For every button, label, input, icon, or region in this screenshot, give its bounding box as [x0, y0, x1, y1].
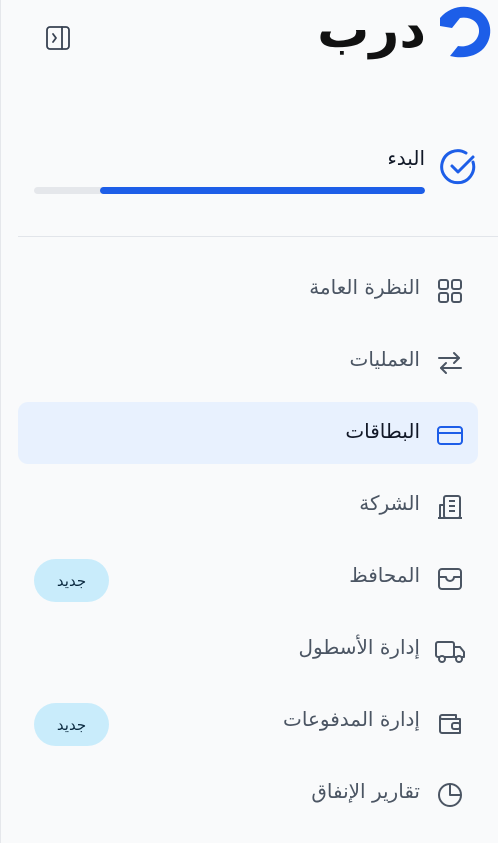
sidebar-nav: النظرة العامة العمليات البطاقات الشركة ا… — [18, 258, 478, 834]
pie-chart-icon — [438, 783, 462, 807]
new-badge: جديد — [34, 703, 109, 746]
onboarding-progress-fill — [100, 187, 425, 194]
card-icon — [437, 426, 463, 445]
onboarding-label: البدء — [387, 146, 425, 170]
logo-text: درب — [317, 0, 426, 60]
onboarding-progress[interactable]: البدء — [34, 140, 478, 200]
transfer-arrows-icon — [438, 352, 462, 374]
wallet-box-icon — [438, 568, 462, 590]
sidebar-item-label: النظرة العامة — [309, 275, 420, 299]
sidebar-item-fleet-management[interactable]: إدارة الأسطول — [18, 618, 478, 680]
sidebar-item-label: البطاقات — [345, 419, 420, 443]
sidebar-toggle-icon — [46, 26, 70, 50]
divider — [18, 236, 498, 237]
logo-mark-icon — [440, 6, 491, 58]
sidebar-item-transactions[interactable]: العمليات — [18, 330, 478, 392]
sidebar-item-label: إدارة المدفوعات — [283, 707, 420, 731]
sidebar-item-label: تقارير الإنفاق — [311, 779, 420, 803]
sidebar: درب البدء النظرة العامة العمليات البطاقا… — [0, 0, 498, 843]
sidebar-item-company[interactable]: الشركة — [18, 474, 478, 536]
wallet-icon — [439, 714, 461, 734]
collapse-sidebar-button[interactable] — [44, 24, 72, 52]
onboarding-progress-bar — [34, 187, 425, 194]
building-icon — [438, 495, 462, 519]
sidebar-item-label: الشركة — [359, 491, 420, 515]
sidebar-item-label: المحافظ — [349, 563, 420, 587]
sidebar-item-label: إدارة الأسطول — [298, 635, 420, 659]
sidebar-item-spend-reports[interactable]: تقارير الإنفاق — [18, 762, 478, 824]
sidebar-item-label: العمليات — [349, 347, 420, 371]
sidebar-item-payments-management[interactable]: إدارة المدفوعات جديد — [18, 690, 478, 752]
sidebar-item-overview[interactable]: النظرة العامة — [18, 258, 478, 320]
grid-icon — [438, 279, 462, 303]
sidebar-item-cards[interactable]: البطاقات — [18, 402, 478, 464]
new-badge: جديد — [34, 559, 109, 602]
sidebar-item-wallets[interactable]: المحافظ جديد — [18, 546, 478, 608]
check-circle-icon — [440, 149, 476, 185]
truck-icon — [435, 641, 465, 663]
